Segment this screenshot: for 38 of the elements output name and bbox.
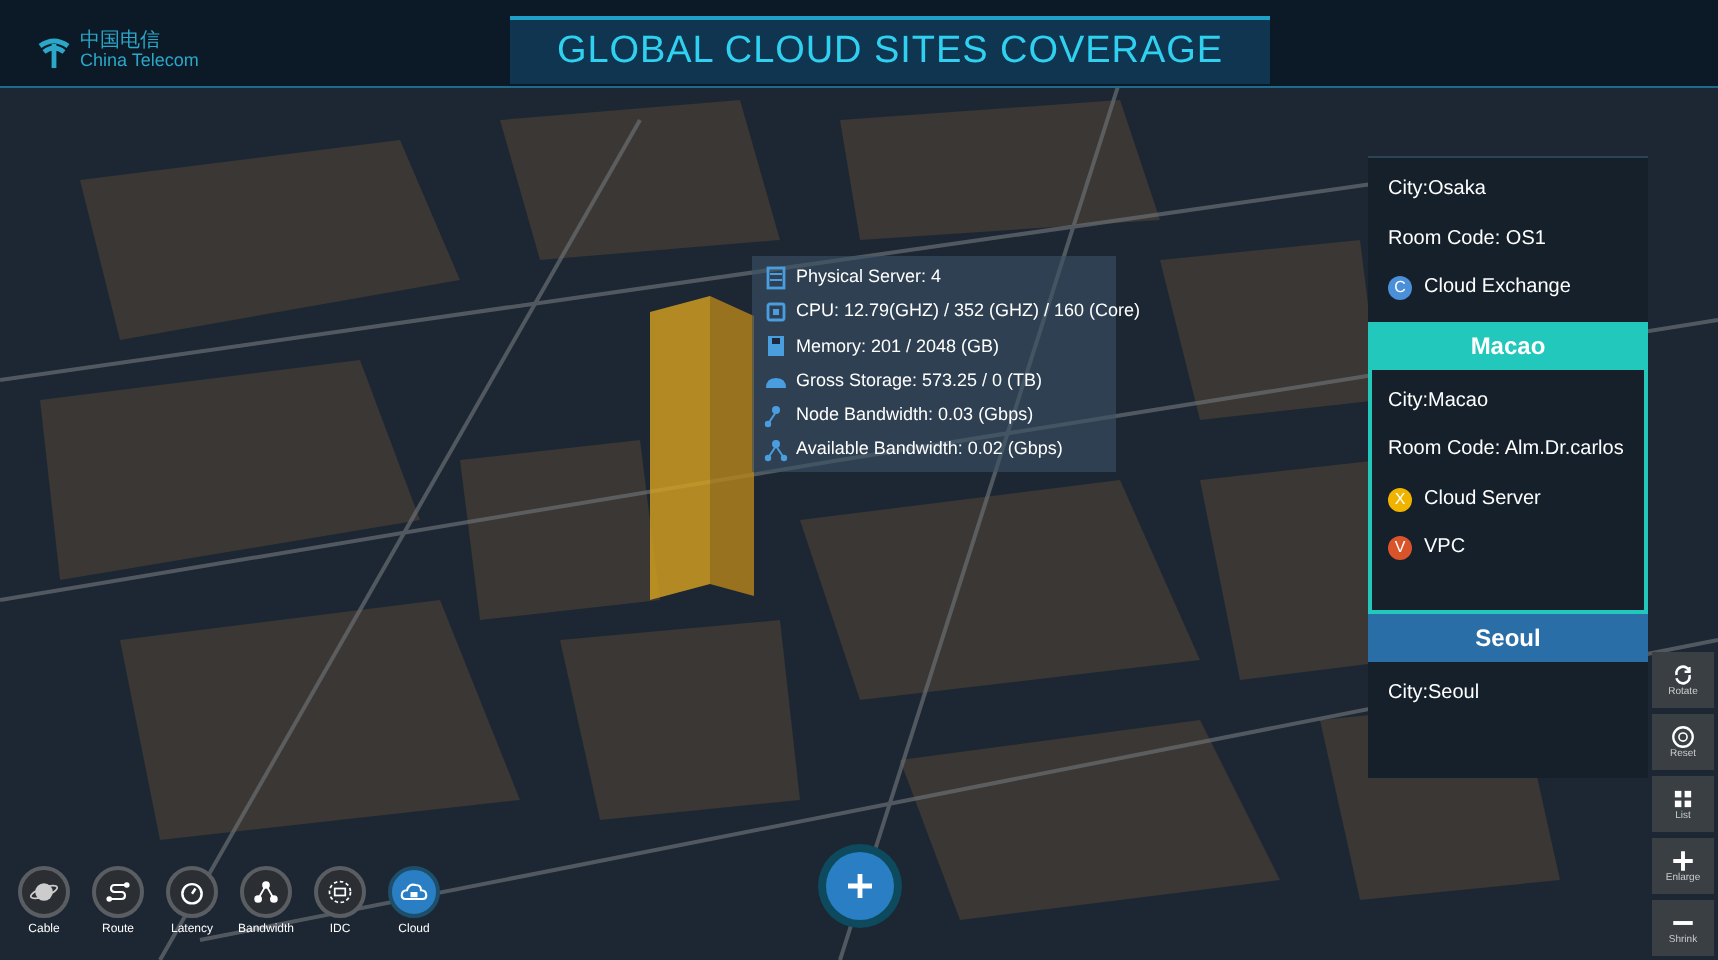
site-stat: Physical Server: 4 <box>796 264 942 290</box>
room-code: Room Code: OS1 <box>1388 227 1548 252</box>
add-button[interactable] <box>826 852 894 920</box>
service-badge: X <box>1388 487 1412 512</box>
site-stat: Gross Storage: 573.25 / 0 (TB) <box>796 367 1043 394</box>
page-title: GLOBAL CLOUD SITES COVERAGE <box>556 27 1224 76</box>
list-icon <box>1670 786 1696 812</box>
memory-icon <box>764 334 788 359</box>
service-badge: C <box>1388 276 1412 301</box>
service-badge: V <box>1388 536 1412 561</box>
bandwidth-icon <box>252 878 280 906</box>
rotate-icon <box>1670 662 1696 688</box>
service-label: VPC <box>1424 536 1466 561</box>
site-stat: Node Bandwidth: 0.03 (Gbps) <box>796 402 1034 429</box>
city-label: City:Macao <box>1388 389 1491 414</box>
idc-icon <box>326 878 354 906</box>
enlarge-icon <box>1670 848 1696 874</box>
city-label: City:Seoul <box>1388 681 1482 706</box>
city-label: City:Osaka <box>1388 178 1488 203</box>
service-label: Cloud Server <box>1424 487 1541 512</box>
plus-icon <box>846 872 874 900</box>
site-stat: Available Bandwidth: 0.02 (Gbps) <box>796 436 1063 463</box>
cloud-icon <box>400 878 428 906</box>
service-label: Cloud Exchange <box>1424 276 1571 301</box>
route-icon <box>104 878 132 906</box>
site-tab[interactable]: Seoul <box>1368 613 1648 661</box>
logo-text: 中国电信 <box>80 32 162 52</box>
cable-icon <box>30 878 58 906</box>
cpu-icon <box>764 300 788 325</box>
reset-icon <box>1670 724 1696 750</box>
site-stat: Memory: 201 / 2048 (GB) <box>796 333 1000 360</box>
logo-icon <box>36 33 72 69</box>
available-icon <box>764 438 788 463</box>
room-code: Room Code: Alm.Dr.carlos <box>1388 438 1626 463</box>
site-stat: CPU: 12.79(GHZ) / 352 (GHZ) / 160 (Core) <box>796 298 1141 325</box>
server-icon <box>764 265 788 290</box>
latency-icon <box>178 878 206 906</box>
logo-subtext: China Telecom <box>80 52 199 70</box>
